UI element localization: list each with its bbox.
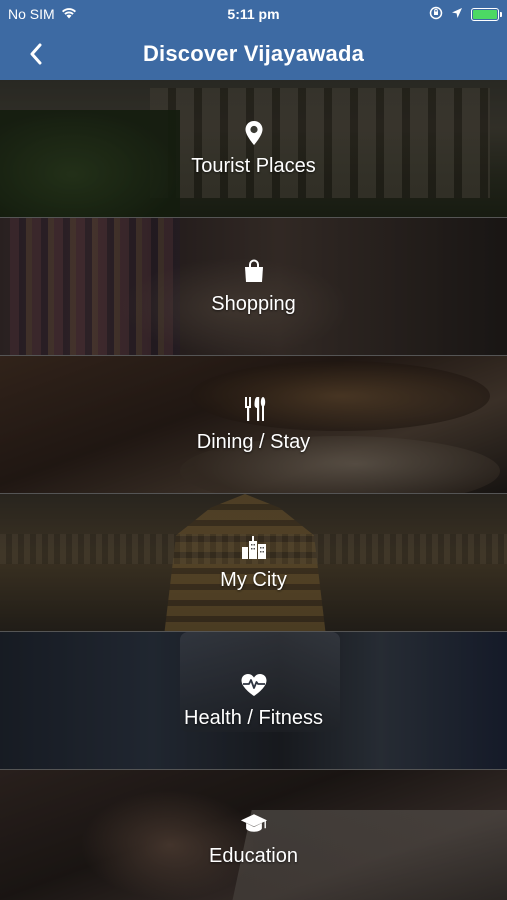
category-label: Shopping: [211, 293, 296, 315]
fork-knife-icon: [240, 395, 268, 423]
heart-pulse-icon: [240, 671, 268, 699]
navigation-bar: Discover Vijayawada: [0, 28, 507, 80]
wifi-icon: [61, 6, 77, 22]
category-dining-stay[interactable]: Dining / Stay: [0, 356, 507, 494]
category-label: My City: [220, 569, 287, 591]
graduation-cap-icon: [240, 809, 268, 837]
category-health-fitness[interactable]: Health / Fitness: [0, 632, 507, 770]
chevron-left-icon: [30, 43, 42, 65]
orientation-lock-icon: [429, 6, 443, 23]
carrier-label: No SIM: [8, 6, 55, 22]
status-right: [429, 6, 502, 23]
battery-level: [473, 9, 497, 19]
category-education[interactable]: Education: [0, 770, 507, 900]
buildings-icon: [240, 533, 268, 561]
category-label: Tourist Places: [191, 155, 316, 177]
battery-icon: [471, 7, 502, 21]
status-bar: No SIM 5:11 pm: [0, 0, 507, 28]
page-title: Discover Vijayawada: [142, 41, 365, 66]
category-label: Dining / Stay: [196, 431, 311, 453]
category-label: Health / Fitness: [184, 707, 323, 729]
map-pin-icon: [240, 119, 268, 147]
category-list: Tourist Places Shopping Dining / Stay My…: [0, 80, 507, 900]
shopping-bag-icon: [240, 257, 268, 285]
location-arrow-icon: [451, 6, 463, 22]
status-left: No SIM: [8, 6, 77, 22]
back-button[interactable]: [18, 36, 54, 72]
category-shopping[interactable]: Shopping: [0, 218, 507, 356]
category-my-city[interactable]: My City: [0, 494, 507, 632]
category-tourist-places[interactable]: Tourist Places: [0, 80, 507, 218]
category-label: Education: [209, 845, 298, 867]
